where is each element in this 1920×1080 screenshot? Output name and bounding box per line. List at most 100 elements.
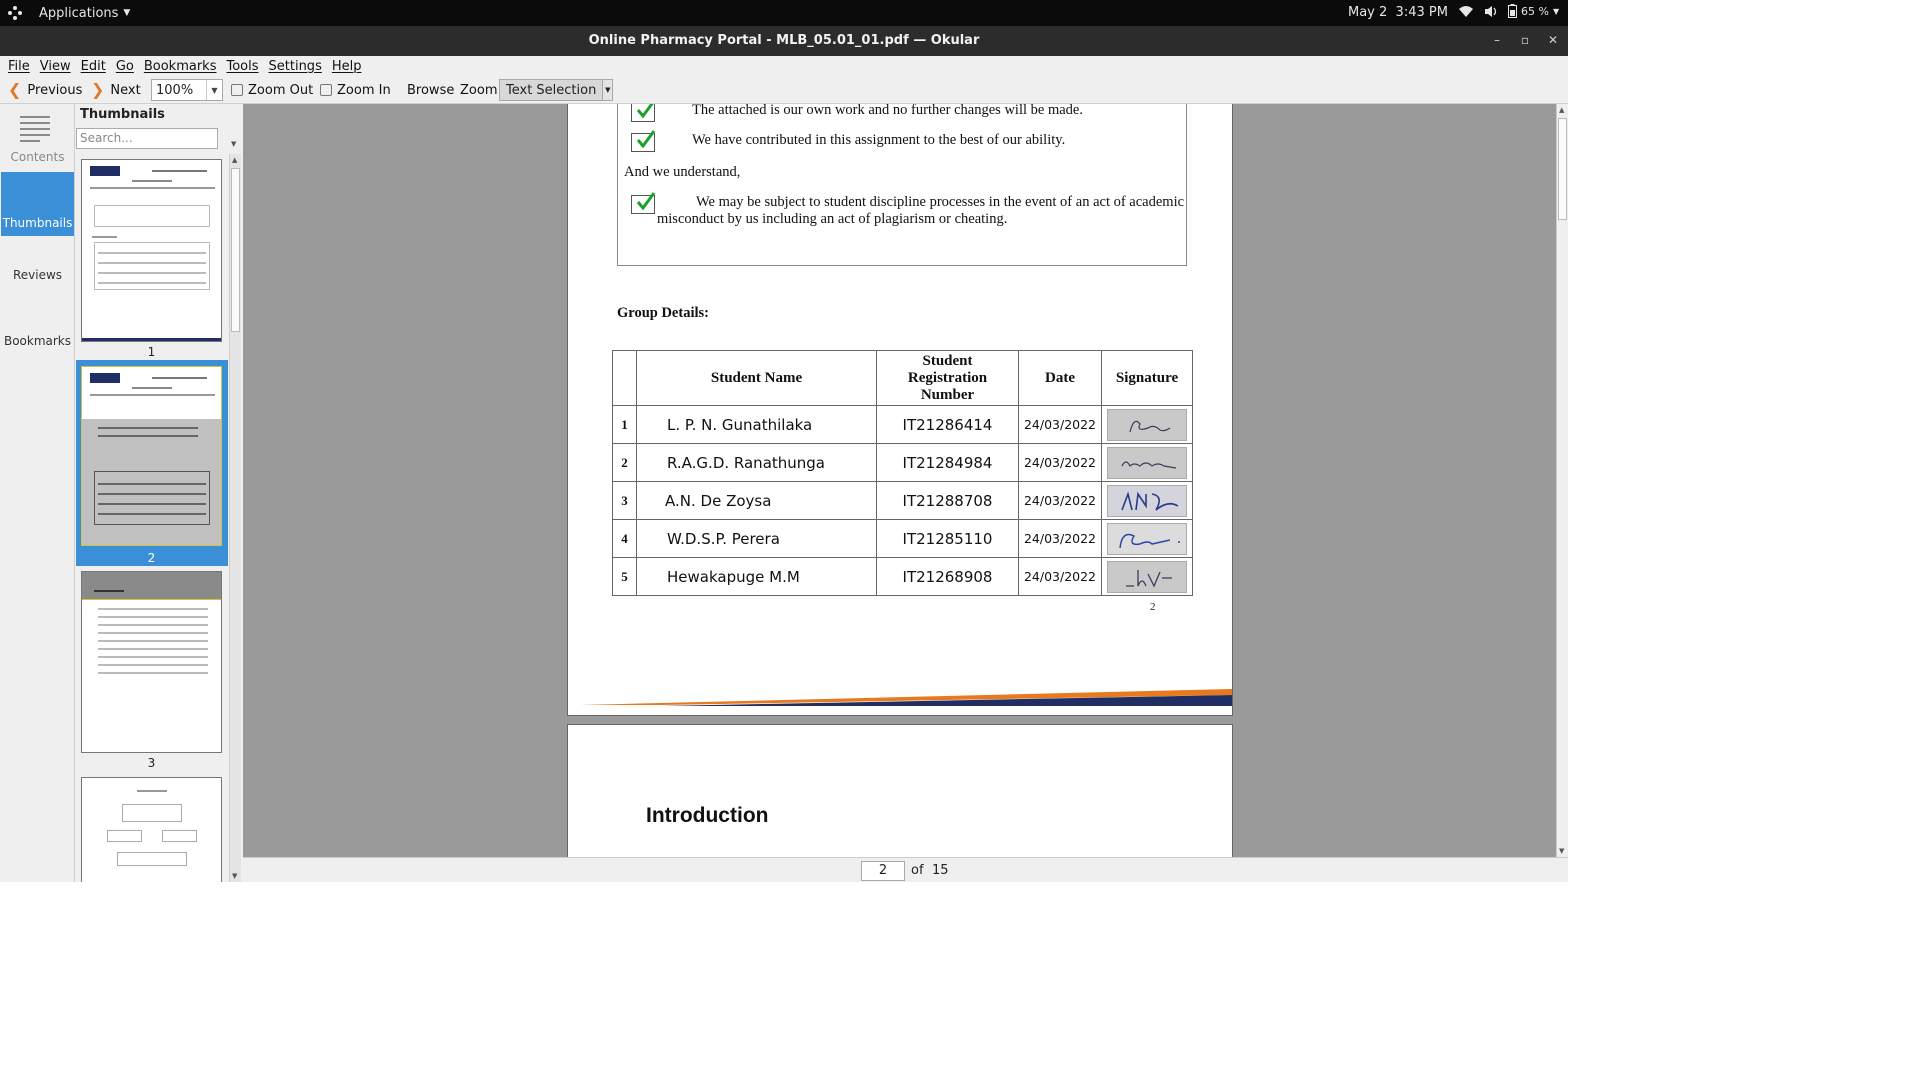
menu-settings[interactable]: Settings [264,59,327,74]
chevron-down-icon[interactable]: ▼ [206,80,222,100]
current-page-input[interactable]: 2 [861,861,905,881]
thumbnail-page-3-number: 3 [147,756,156,770]
menu-help[interactable]: Help [327,59,367,74]
header-signature: Signature [1101,350,1193,406]
signature-image [1107,446,1187,479]
chevron-down-icon[interactable]: ▼ [231,140,236,148]
menu-go[interactable]: Go [111,59,139,74]
arrow-right-icon: ❯ [91,80,105,99]
zoom-in-label: Zoom In [337,82,391,98]
sliit-logo-mini [90,166,120,176]
menu-bar: File View Edit Go Bookmarks Tools Settin… [0,56,1568,76]
menu-file[interactable]: File [3,59,35,74]
maximize-button[interactable]: ▫ [1517,33,1533,47]
student-name: R.A.G.D. Ranathunga [636,443,877,482]
tab-reviews[interactable]: Reviews [1,238,74,302]
system-tray[interactable]: 65 % ▼ [1458,4,1559,18]
declaration-line-1: The attached is our own work and no furt… [692,104,1083,118]
thumbnails-panel: Thumbnails Search... ▼ 1 2 3 ▲ ▼ [75,104,243,882]
minimize-button[interactable]: – [1489,33,1505,47]
registration-number: IT21284984 [876,443,1019,482]
thumbnail-search-input[interactable]: Search... [76,128,218,149]
previous-button[interactable]: ❮ Previous [8,80,82,100]
text-selection-tool-button[interactable]: Text Selection ▼ [499,79,614,101]
zoom-tool-button[interactable]: Zoom [460,80,497,100]
scroll-down-icon[interactable]: ▼ [1559,847,1564,855]
tab-contents[interactable]: Contents [1,106,74,170]
student-name: L. P. N. Gunathilaka [636,405,877,444]
thumbnail-scrollbar[interactable]: ▲ ▼ [229,154,241,882]
row-number: 3 [612,481,637,520]
misconduct-line-1: We may be subject to student discipline … [696,194,1185,210]
close-button[interactable]: ✕ [1545,33,1561,47]
zoom-out-button[interactable]: Zoom Out [231,80,313,100]
signature-image [1107,408,1187,441]
menu-tools[interactable]: Tools [221,59,263,74]
wifi-icon [1459,5,1473,17]
thumbnails-heading: Thumbnails [80,107,165,122]
thumbnail-page-1[interactable] [81,159,222,342]
scroll-down-icon[interactable]: ▼ [232,872,237,880]
table-header-row: Student Name Student Registration Number… [612,350,1193,406]
battery-icon [1508,4,1517,18]
scroll-up-icon[interactable]: ▲ [1559,106,1564,114]
applications-icon[interactable] [8,6,22,20]
system-top-bar: Applications ▼ May 2 3:43 PM 65 % ▼ [0,0,1568,26]
date-cell: 24/03/2022 [1018,481,1102,520]
tab-bookmarks[interactable]: Bookmarks [1,304,74,368]
thumbnail-page-1-number: 1 [147,345,156,359]
document-scrollbar[interactable]: ▲ ▼ [1556,104,1568,857]
header-reg-line-3: Number [920,386,975,403]
scroll-up-icon[interactable]: ▲ [232,156,237,164]
sidebar-tabs: Contents Thumbnails Reviews Bookmarks [0,104,75,882]
misconduct-line-2: misconduct by us including an act of pla… [657,211,1008,227]
signature-image [1107,560,1187,593]
next-button[interactable]: ❯ Next [91,80,141,100]
clock-time: 3:43 PM [1395,5,1448,20]
signature-image [1107,484,1187,517]
registration-number: IT21285110 [876,519,1019,558]
header-reg-line-2: Registration [907,369,988,386]
zoom-value: 100% [156,82,194,98]
zoom-combobox[interactable]: 100% ▼ [151,79,223,101]
table-row: 5 Hewakapuge M.M IT21268908 24/03/2022 [612,557,1193,596]
page-number-label: 2 [1150,601,1156,613]
header-student-name: Student Name [636,350,877,406]
table-row: 1 L. P. N. Gunathilaka IT21286414 24/03/… [612,405,1193,444]
header-registration-number: Student Registration Number [876,350,1019,406]
chevron-down-icon[interactable]: ▼ [602,80,613,100]
tab-thumbnails[interactable]: Thumbnails [1,172,74,236]
header-date: Date [1018,350,1102,406]
volume-icon [1485,5,1497,17]
group-details-table: Student Name Student Registration Number… [612,350,1193,596]
window-title: Online Pharmacy Portal - MLB_05.01_01.pd… [588,33,980,48]
group-details-title: Group Details: [617,305,709,321]
tab-thumbnails-label: Thumbnails [2,216,73,230]
browse-tool-button[interactable]: Browse [407,80,454,100]
thumbnail-page-2[interactable] [81,366,222,546]
registration-number: IT21288708 [876,481,1019,520]
row-number: 5 [612,557,637,596]
thumbnail-page-4[interactable] [81,777,222,882]
checkbox-icon [631,192,656,214]
clock[interactable]: May 2 3:43 PM [1348,5,1448,20]
student-name: Hewakapuge M.M [636,557,877,596]
menu-edit[interactable]: Edit [76,59,111,74]
thumbnail-page-3[interactable] [81,571,222,753]
document-view[interactable]: The attached is our own work and no furt… [243,104,1556,857]
zoom-in-button[interactable]: Zoom In [320,80,391,100]
student-name: W.D.S.P. Perera [636,519,877,558]
page-navigation-bar: 2 of 15 [243,857,1568,882]
header-num [612,350,637,406]
chevron-down-icon: ▼ [123,8,131,18]
menu-bookmarks[interactable]: Bookmarks [139,59,222,74]
applications-menu[interactable]: Applications [39,6,118,21]
thumbnail-scroll-handle[interactable] [231,168,240,332]
total-pages-label: 15 [932,863,949,878]
signature-cell [1101,481,1193,520]
signature-cell [1101,443,1193,482]
header-reg-line-1: Student [922,352,973,369]
menu-view[interactable]: View [35,59,76,74]
registration-number: IT21268908 [876,557,1019,596]
document-scroll-handle[interactable] [1558,118,1567,220]
